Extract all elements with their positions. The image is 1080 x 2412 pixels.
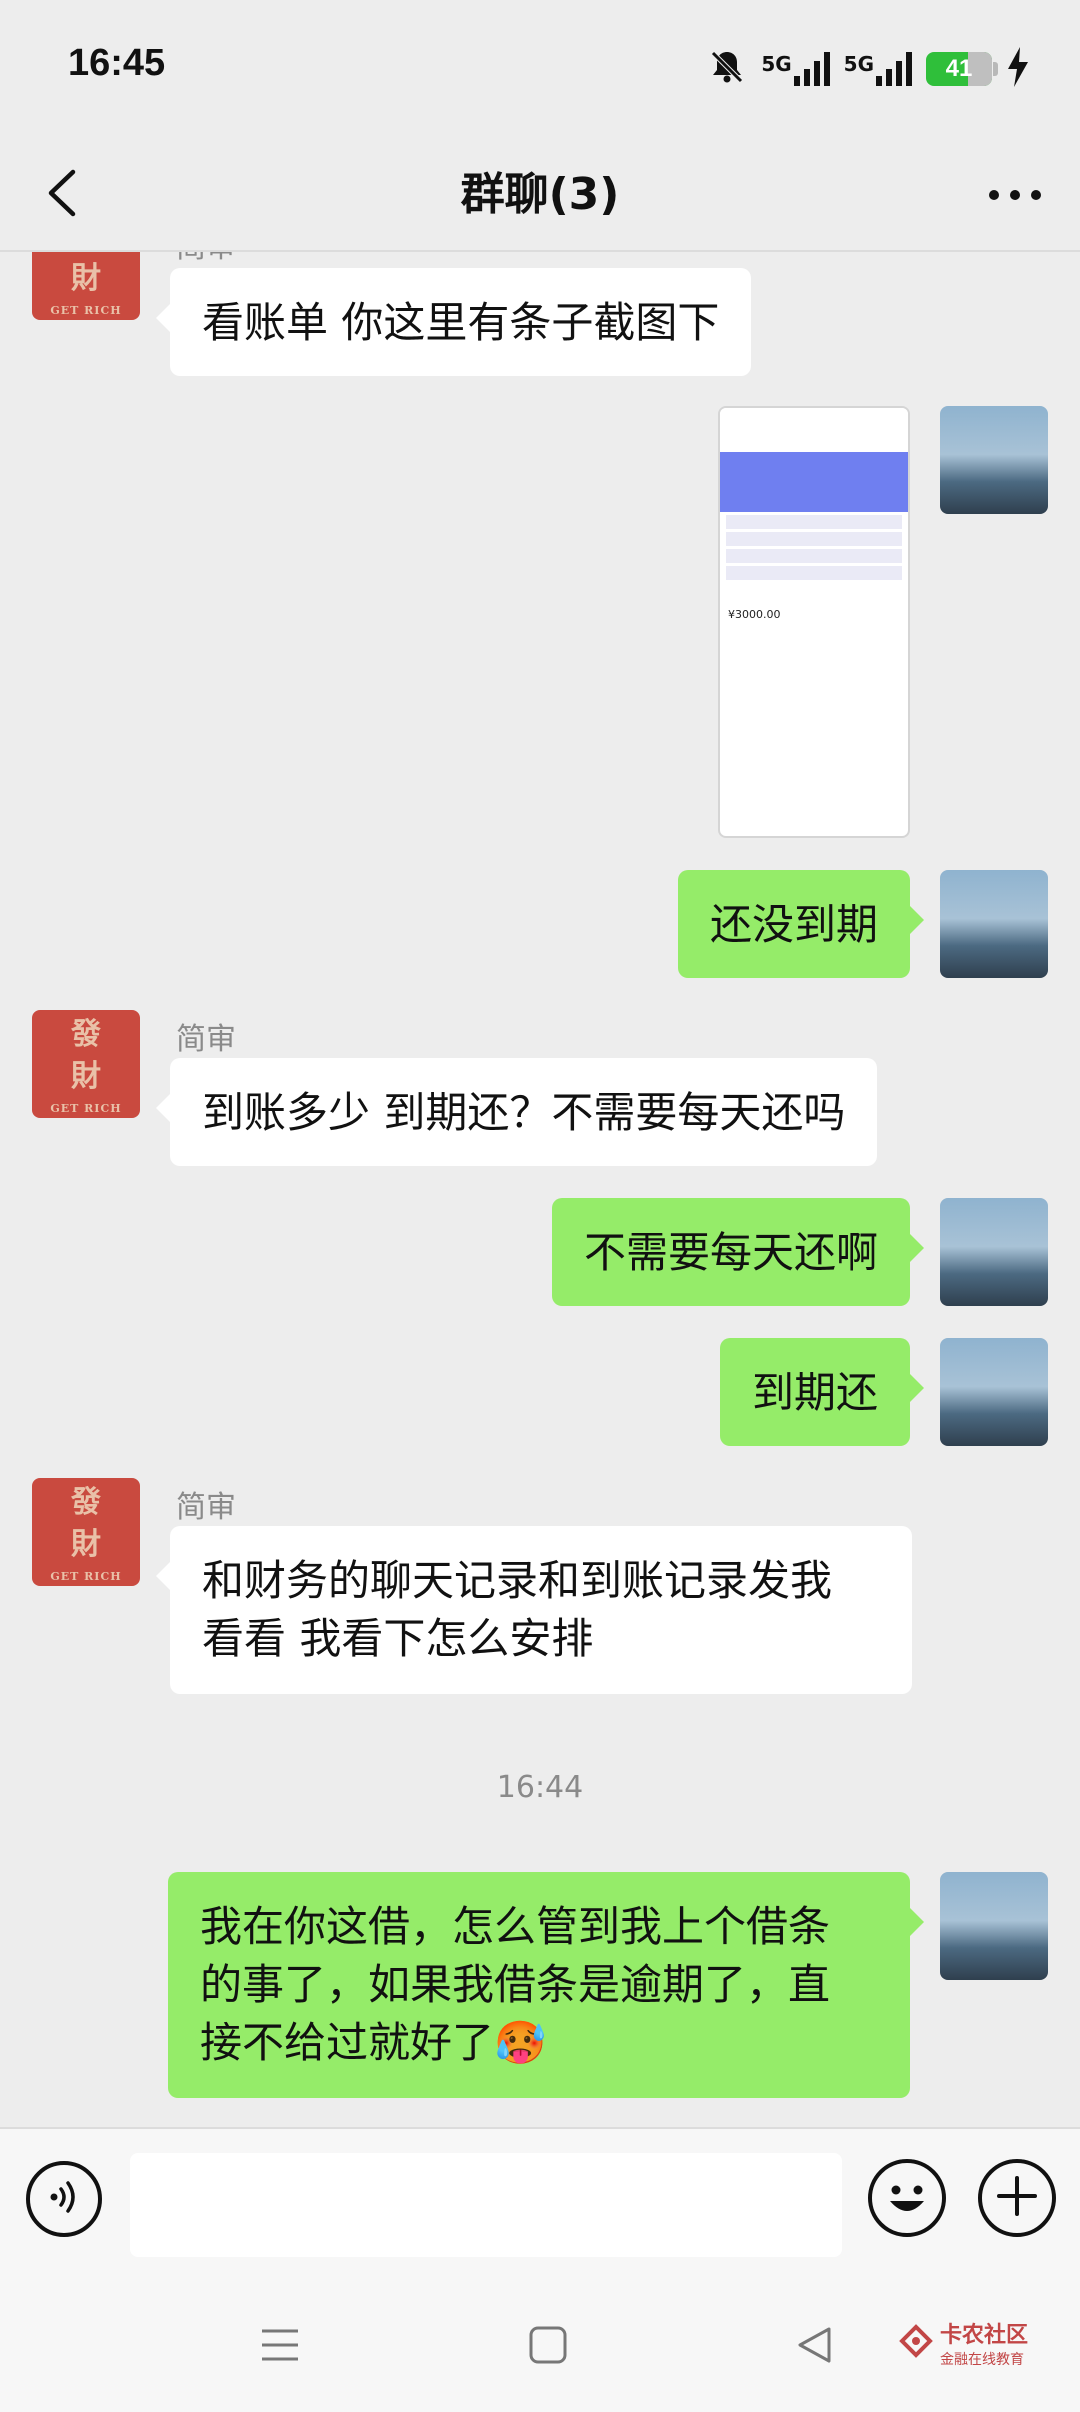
my-avatar[interactable]	[940, 1198, 1048, 1306]
watermark-title: 卡农社区	[940, 2323, 1029, 2348]
watermark: 卡农社区 金融在线教育	[898, 2317, 1028, 2369]
message-bubble[interactable]: 看账单 你这里有条子截图下	[155, 268, 752, 376]
message-bubble[interactable]: 和财务的聊天记录和到账记录发我 看看 我看下怎么安排	[156, 1526, 912, 1694]
message-input[interactable]	[130, 2153, 842, 2257]
avatar-caption: GET RICH	[50, 1569, 122, 1583]
time-divider: 16:44	[496, 1770, 584, 1805]
my-avatar[interactable]	[940, 406, 1048, 514]
square-icon	[528, 2325, 568, 2369]
avatar-char: 財	[71, 1526, 101, 1562]
nav-bar: 群聊(3)	[0, 140, 1080, 250]
message-bubble[interactable]: 不需要每天还啊	[551, 1198, 925, 1306]
sender-name: 简审	[176, 1490, 236, 1525]
plus-icon	[995, 2174, 1039, 2222]
message-line: 看看 我看下怎么安排	[202, 1614, 594, 1663]
my-avatar[interactable]	[940, 1338, 1048, 1446]
battery-level: 41	[945, 55, 973, 82]
bell-off-icon	[707, 47, 747, 91]
bolt-icon	[1006, 47, 1030, 91]
plus-button[interactable]	[978, 2159, 1056, 2237]
avatar[interactable]: 發 財 GET RICH	[32, 252, 140, 320]
message-bubble[interactable]: 到账多少 到期还？不需要每天还吗	[155, 1058, 878, 1166]
avatar-char: 財	[71, 260, 101, 296]
avatar-caption: GET RICH	[50, 303, 122, 317]
home-button[interactable]	[518, 2317, 578, 2377]
avatar[interactable]: 發 財 GET RICH	[32, 1010, 140, 1118]
signal-icon: 5G	[761, 52, 830, 86]
chat-area[interactable]: 發 財 GET RICH 简审 看账单 你这里有条子截图下 ¥3000.00 还…	[0, 252, 1080, 2127]
avatar-char: 發	[71, 1016, 101, 1052]
more-button[interactable]	[980, 160, 1050, 230]
signal-icon-2: 5G	[844, 52, 912, 86]
message-bubble[interactable]: 还没到期	[677, 870, 925, 978]
more-dots-icon	[988, 186, 1042, 205]
avatar-char: 發	[71, 1484, 101, 1520]
image-amount: ¥3000.00	[728, 608, 781, 621]
message-line: 我在你这借，怎么管到我上个借条	[200, 1902, 831, 1951]
my-avatar[interactable]	[940, 870, 1048, 978]
voice-icon	[44, 2177, 84, 2221]
my-avatar[interactable]	[940, 1872, 1048, 1980]
menu-icon	[260, 2328, 300, 2366]
message-bubble[interactable]: 到期还	[719, 1338, 925, 1446]
message-line: 和财务的聊天记录和到账记录发我	[202, 1556, 833, 1605]
emoji-icon	[872, 2185, 942, 2237]
message-text: 接不给过就好了	[200, 2018, 495, 2067]
message-bubble[interactable]: 我在你这借，怎么管到我上个借条 的事了，如果我借条是逾期了，直 接不给过就好了🥵	[168, 1872, 924, 2098]
network-label-2: 5G	[843, 52, 874, 76]
message-line: 的事了，如果我借条是逾期了，直	[200, 1960, 831, 2009]
network-label: 5G	[761, 52, 792, 76]
back-nav-button[interactable]	[784, 2317, 844, 2377]
image-message[interactable]: ¥3000.00	[718, 406, 910, 838]
status-bar: 16:45 5G 5G 41	[0, 0, 1080, 140]
recents-button[interactable]	[250, 2317, 310, 2377]
hot-face-emoji: 🥵	[494, 2018, 547, 2067]
status-icons: 5G 5G 41	[707, 44, 1030, 94]
avatar-char: 財	[71, 1058, 101, 1094]
chat-title: 群聊(3)	[460, 169, 620, 220]
input-bar	[0, 2127, 1080, 2277]
avatar-caption: GET RICH	[50, 1101, 122, 1115]
watermark-subtitle: 金融在线教育	[940, 2352, 1024, 2368]
triangle-back-icon	[794, 2325, 834, 2369]
sender-name: 简审	[176, 1022, 236, 1057]
battery-icon: 41	[926, 52, 998, 86]
message-line: 接不给过就好了🥵	[200, 2014, 878, 2072]
voice-button[interactable]	[26, 2161, 102, 2237]
system-nav-bar: 卡农社区 金融在线教育	[0, 2277, 1080, 2412]
status-time: 16:45	[68, 42, 166, 84]
logo-icon	[898, 2323, 934, 2363]
sender-name: 简审	[176, 252, 236, 266]
avatar[interactable]: 發 財 GET RICH	[32, 1478, 140, 1586]
emoji-button[interactable]	[868, 2159, 946, 2237]
